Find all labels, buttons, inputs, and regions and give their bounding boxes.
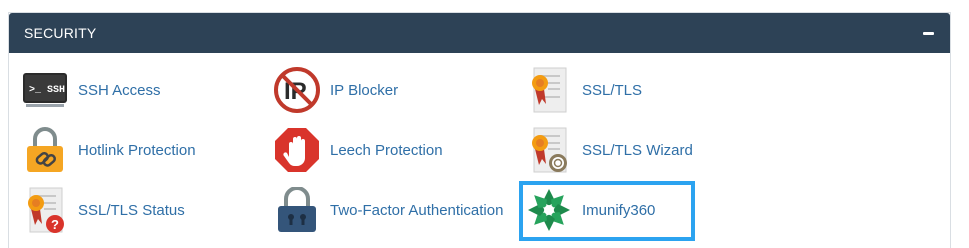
item-label: Hotlink Protection bbox=[78, 141, 196, 159]
item-label: IP Blocker bbox=[330, 81, 399, 99]
ssl-certificate-icon bbox=[526, 67, 572, 113]
panel-header[interactable]: SECURITY bbox=[9, 13, 950, 53]
hotlink-protection-link[interactable]: Hotlink Protection bbox=[22, 127, 196, 173]
item-label: Leech Protection bbox=[330, 141, 443, 159]
ssl-wizard-icon bbox=[526, 127, 572, 173]
ssl-tls-link[interactable]: SSL/TLS bbox=[526, 67, 642, 113]
stop-hand-icon bbox=[274, 127, 320, 173]
item-label: SSH Access bbox=[78, 81, 161, 99]
ssl-status-icon: ? bbox=[22, 187, 68, 233]
padlock-chain-icon bbox=[22, 127, 68, 173]
highlight-box bbox=[519, 181, 695, 241]
ssh-terminal-icon: >_ SSH bbox=[22, 67, 68, 113]
svg-text:>_ SSH: >_ SSH bbox=[29, 85, 65, 96]
ip-blocker-link[interactable]: IP IP Blocker bbox=[274, 67, 398, 113]
two-factor-authentication-link[interactable]: Two-Factor Authentication bbox=[274, 187, 503, 233]
svg-text:?: ? bbox=[51, 217, 59, 232]
item-label: SSL/TLS Wizard bbox=[582, 141, 693, 159]
item-label: Two-Factor Authentication bbox=[330, 201, 504, 219]
padlock-icon bbox=[274, 187, 320, 233]
item-label: SSL/TLS bbox=[582, 81, 643, 99]
leech-protection-link[interactable]: Leech Protection bbox=[274, 127, 443, 173]
collapse-button[interactable] bbox=[920, 25, 936, 41]
ip-blocker-icon: IP bbox=[274, 67, 320, 113]
ssl-tls-wizard-link[interactable]: SSL/TLS Wizard bbox=[526, 127, 693, 173]
ssl-tls-status-link[interactable]: ? SSL/TLS Status bbox=[22, 187, 185, 233]
item-label: SSL/TLS Status bbox=[78, 201, 185, 219]
ssh-access-link[interactable]: >_ SSH SSH Access bbox=[22, 67, 161, 113]
panel-title: SECURITY bbox=[24, 25, 97, 41]
minus-icon bbox=[922, 31, 934, 35]
